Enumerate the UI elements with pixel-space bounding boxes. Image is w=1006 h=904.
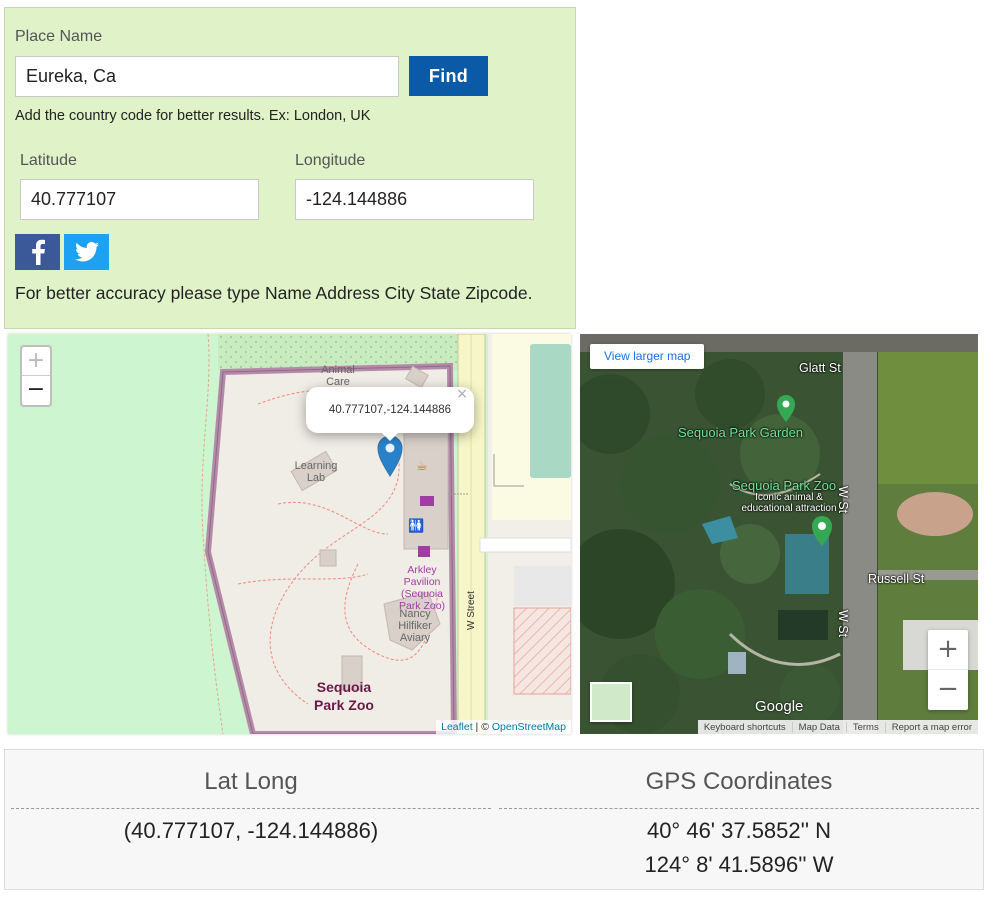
latlong-divider: [11, 808, 491, 809]
google-zoom-out-button[interactable]: −: [928, 670, 968, 710]
accuracy-note: For better accuracy please type Name Add…: [15, 283, 533, 303]
gps-latitude: 40° 46' 37.5852'' N: [646, 818, 832, 843]
gps-column: GPS Coordinates 40° 46' 37.5852'' N 124°…: [499, 750, 979, 890]
facebook-icon: [31, 239, 45, 265]
label-zoo-description: Iconic animal & educational attraction: [741, 492, 837, 514]
find-button[interactable]: Find: [409, 56, 488, 96]
google-logo: Google: [755, 698, 804, 715]
terms-link[interactable]: Terms: [845, 721, 885, 733]
leaflet-link[interactable]: Leaflet: [441, 721, 473, 733]
search-panel: Place Name Find Add the country code for…: [4, 7, 576, 329]
report-error-link[interactable]: Report a map error: [884, 721, 978, 733]
street-label-w-street: W Street: [466, 591, 477, 630]
view-larger-map-link[interactable]: View larger map: [590, 344, 705, 369]
label-glatt-st: Glatt St: [799, 361, 841, 375]
svg-text:☕: ☕: [416, 459, 428, 474]
gps-heading: GPS Coordinates: [645, 768, 833, 795]
satellite-imagery: [580, 334, 978, 734]
osm-zoom-in-button[interactable]: +: [22, 347, 50, 376]
poi-arkley-pavilion: Arkley Pavilion (Sequoia Park Zoo): [398, 564, 446, 612]
openstreetmap-link[interactable]: OpenStreetMap: [492, 721, 566, 733]
place-name-input[interactable]: [15, 56, 399, 97]
poi-learning-lab: Learning Lab: [294, 460, 338, 484]
popup-close-icon[interactable]: ×: [456, 371, 468, 417]
popup-coordinates: 40.777107,-124.144886: [328, 404, 452, 416]
label-russell-st: Russell St: [868, 572, 925, 586]
twitter-share-button[interactable]: [64, 234, 109, 270]
coordinate-popup: 40.777107,-124.144886 ×: [306, 386, 474, 433]
google-zoom-in-button[interactable]: +: [928, 630, 968, 670]
latlong-heading: Lat Long: [204, 768, 298, 795]
keyboard-shortcuts-link[interactable]: Keyboard shortcuts: [698, 722, 792, 733]
label-sequoia-park-garden[interactable]: Sequoia Park Garden: [678, 425, 803, 440]
map-data-link[interactable]: Map Data: [791, 721, 846, 733]
svg-text:🚻: 🚻: [408, 518, 424, 534]
facebook-share-button[interactable]: [15, 234, 60, 270]
gps-longitude: 124° 8' 41.5896'' W: [644, 852, 834, 877]
google-attribution-bar: Keyboard shortcuts Map Data Terms Report…: [697, 720, 978, 734]
longitude-input[interactable]: [295, 179, 534, 220]
popup-tip: [381, 432, 399, 441]
osm-map[interactable]: ☕ 🚻 + − Animal Care Learning Lab Arkley …: [8, 334, 571, 734]
poi-aviary: Nancy Hilfiker Aviary: [398, 608, 432, 644]
zoo-area-label: Sequoia Park Zoo: [314, 679, 374, 713]
place-name-label: Place Name: [15, 28, 103, 45]
label-w-st-north: W St: [836, 486, 850, 514]
gps-divider: [499, 808, 979, 809]
poi-animal-care: Animal Care: [321, 364, 355, 388]
map-type-toggle[interactable]: [590, 682, 632, 722]
country-code-hint: Add the country code for better results.…: [15, 108, 371, 124]
label-sequoia-park-zoo[interactable]: Sequoia Park Zoo: [732, 478, 836, 493]
attribution-separator: | ©: [472, 721, 492, 733]
results-panel: Lat Long (40.777107, -124.144886) GPS Co…: [4, 749, 984, 890]
osm-zoom-controls: + −: [20, 345, 52, 407]
osm-attribution: Leaflet | © OpenStreetMap: [436, 720, 571, 734]
latlong-column: Lat Long (40.777107, -124.144886): [11, 750, 491, 890]
google-zoom-controls: + −: [928, 630, 968, 710]
latlong-value: (40.777107, -124.144886): [123, 818, 379, 843]
twitter-icon: [74, 242, 99, 262]
osm-map-tiles: ☕ 🚻: [8, 334, 571, 734]
latitude-input[interactable]: [20, 179, 259, 220]
osm-zoom-out-button[interactable]: −: [22, 376, 50, 405]
label-w-st-south: W St: [836, 610, 850, 638]
satellite-map[interactable]: View larger map Glatt St Sequoia Park Ga…: [580, 334, 978, 734]
longitude-label: Longitude: [295, 152, 366, 169]
latitude-label: Latitude: [20, 152, 77, 169]
